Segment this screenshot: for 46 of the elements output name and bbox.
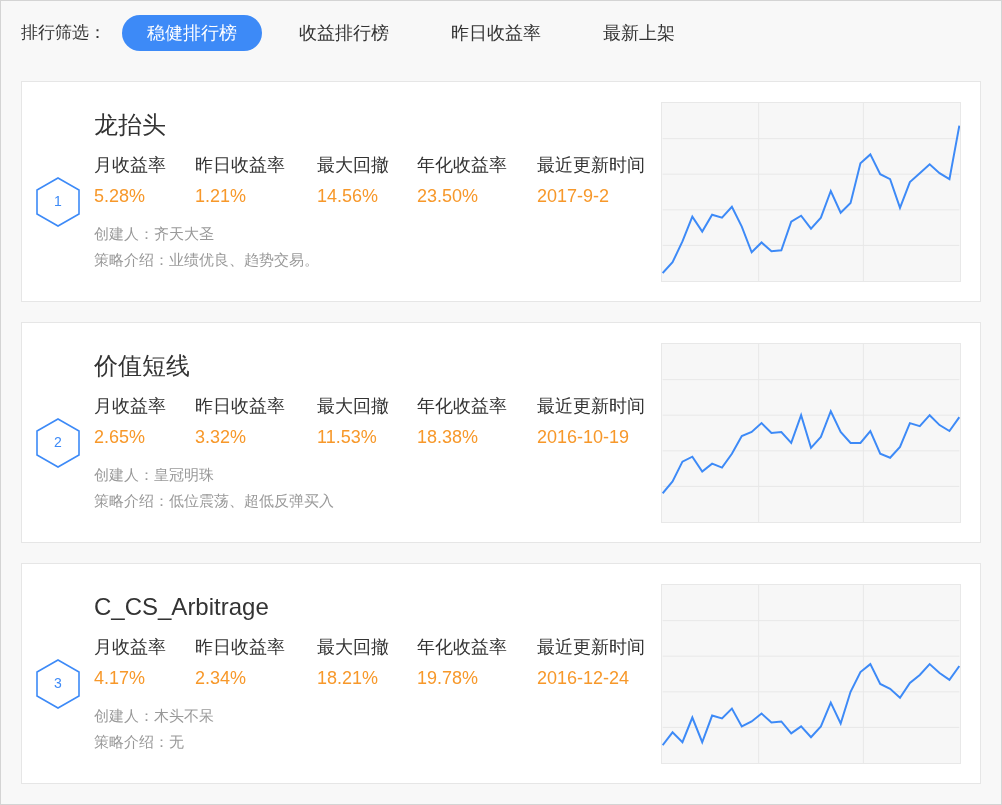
metric-value: 11.53% xyxy=(317,426,378,449)
filter-tab[interactable]: 最新上架 xyxy=(578,15,700,51)
metric-value: 4.17% xyxy=(94,667,147,690)
intro-text: 策略介绍：业绩优良、趋势交易。 xyxy=(94,250,319,270)
strategy-name: C_CS_Arbitrage xyxy=(94,592,269,622)
intro-text: 策略介绍：无 xyxy=(94,732,184,752)
filter-label: 排行筛选： xyxy=(21,22,106,45)
creator-text: 创建人：齐天大圣 xyxy=(94,224,214,244)
metric-value: 23.50% xyxy=(417,185,480,208)
metric-label: 昨日收益率 xyxy=(195,395,286,418)
metric-label: 最大回撤 xyxy=(317,395,390,418)
rank-badge: 1 xyxy=(36,176,80,227)
metric-label: 最近更新时间 xyxy=(537,395,646,418)
metric-label: 昨日收益率 xyxy=(195,636,286,659)
strategy-name: 龙抬头 xyxy=(94,110,166,140)
metric-label: 月收益率 xyxy=(94,636,167,659)
metric-value: 19.78% xyxy=(417,667,480,690)
metric-label: 最大回撤 xyxy=(317,154,390,177)
metric-label: 年化收益率 xyxy=(417,395,508,418)
metric-value: 3.32% xyxy=(195,426,248,449)
metric-value: 1.21% xyxy=(195,185,248,208)
rank-badge: 3 xyxy=(36,658,80,709)
metric-value: 2.34% xyxy=(195,667,248,690)
metric-value: 18.38% xyxy=(417,426,480,449)
metric-label: 最大回撤 xyxy=(317,636,390,659)
metric-value: 2017-9-2 xyxy=(537,185,611,208)
strategy-name: 价值短线 xyxy=(94,351,190,381)
metric-value: 2016-12-24 xyxy=(537,667,631,690)
metric-label: 年化收益率 xyxy=(417,636,508,659)
metric-value: 2.65% xyxy=(94,426,147,449)
metric-value: 2016-10-19 xyxy=(537,426,631,449)
metric-label: 最近更新时间 xyxy=(537,154,646,177)
filter-tab[interactable]: 昨日收益率 xyxy=(426,15,566,51)
creator-text: 创建人：皇冠明珠 xyxy=(94,465,214,485)
metric-value: 14.56% xyxy=(317,185,380,208)
metric-label: 最近更新时间 xyxy=(537,636,646,659)
metric-value: 5.28% xyxy=(94,185,147,208)
creator-text: 创建人：木头不呆 xyxy=(94,706,214,726)
filter-tab[interactable]: 收益排行榜 xyxy=(274,15,414,51)
rank-badge: 2 xyxy=(36,417,80,468)
intro-text: 策略介绍：低位震荡、超低反弹买入 xyxy=(94,491,334,511)
metric-value: 18.21% xyxy=(317,667,380,690)
metric-label: 年化收益率 xyxy=(417,154,508,177)
metric-label: 月收益率 xyxy=(94,154,167,177)
metric-label: 月收益率 xyxy=(94,395,167,418)
metric-label: 昨日收益率 xyxy=(195,154,286,177)
